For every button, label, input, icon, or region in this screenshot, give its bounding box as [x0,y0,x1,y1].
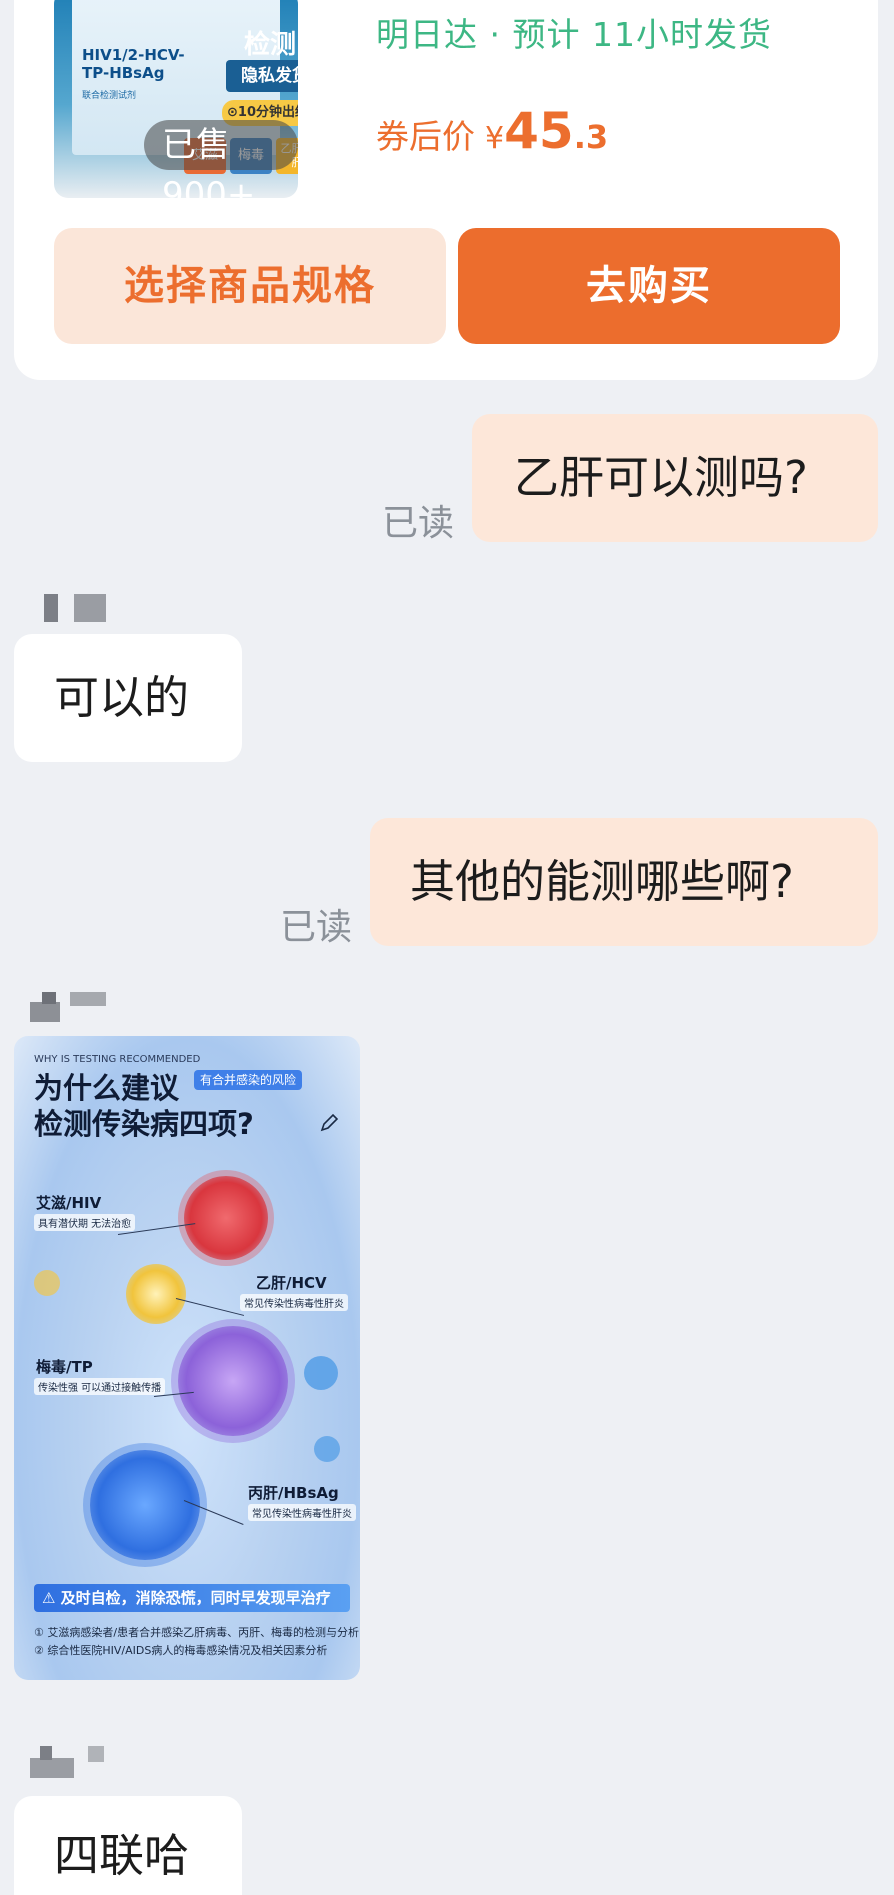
message-bubble-incoming[interactable]: 可以的 [14,634,242,762]
poster-en-heading: WHY IS TESTING RECOMMENDED [34,1054,201,1065]
product-image-heading: 检测 [244,30,297,60]
read-status: 已读 [280,907,353,948]
sender-name-blurred [30,992,106,1024]
decor-bubble [314,1436,340,1462]
poster-item-label: 艾滋/HIV [36,1194,102,1212]
hiv-virus-illustration [184,1176,268,1260]
poster-banner: ⚠ 及时自检，消除恐慌，同时早发现早治疗 [34,1584,350,1612]
poster-item-label: 丙肝/HBsAg [248,1484,339,1502]
price-currency: ¥ [485,121,505,156]
poster-title-line2: 检测传染病四项? [34,1107,254,1141]
price-label: 券后价 [376,117,475,156]
shipping-info: 明日达 · 预计 11小时发货 [376,15,772,54]
poster-item-label: 梅毒/TP [36,1358,93,1376]
message-bubble-outgoing[interactable]: 乙肝可以测吗? [472,414,878,542]
product-image-sub: 联合检测试剂 [82,91,137,101]
sold-count: 已售 900+ [144,120,298,198]
select-spec-button[interactable]: 选择商品规格 [54,228,446,344]
sender-name-blurred [30,1746,106,1778]
price-integer: 45 [504,102,574,160]
product-image-title-line1: HIV1/2-HCV- [82,46,185,64]
price: 券后价 ¥45.3 [376,102,608,160]
pencil-icon [320,1113,339,1132]
poster-item-note: 具有潜伏期 无法治愈 [34,1214,136,1231]
poster-tag: 有合并感染的风险 [194,1070,303,1090]
poster-item-label: 乙肝/HCV [256,1274,327,1292]
product-image-title-line2: TP-HBsAg [82,64,165,82]
product-image[interactable]: 检测 HIV1/2-HCV- TP-HBsAg 联合检测试剂 隐私发货 ⊙10分… [54,0,298,198]
tp-illustration [178,1326,288,1436]
buy-button[interactable]: 去购买 [458,228,840,344]
poster-item-note: 传染性强 可以通过接触传播 [34,1378,166,1395]
product-card[interactable]: 检测 HIV1/2-HCV- TP-HBsAg 联合检测试剂 隐私发货 ⊙10分… [14,0,878,380]
hcv-virus-illustration [90,1450,200,1560]
infographic-image[interactable]: WHY IS TESTING RECOMMENDED 为什么建议 检测传染病四项… [14,1036,360,1680]
poster-footnote: ① 艾滋病感染者/患者合并感染乙肝病毒、丙肝、梅毒的检测与分析 [34,1626,360,1639]
poster-item-note: 常见传染性病毒性肝炎 [248,1504,356,1521]
message-bubble-outgoing[interactable]: 其他的能测哪些啊? [370,818,878,946]
hbv-virus-illustration [126,1264,186,1324]
decor-bubble [304,1356,338,1390]
message-bubble-incoming[interactable]: 四联哈 [14,1796,242,1895]
sender-name-blurred [44,592,106,624]
decor-bubble [34,1270,60,1296]
poster-footnote: ② 综合性医院HIV/AIDS病人的梅毒感染情况及相关因素分析 [34,1644,328,1657]
poster-item-note: 常见传染性病毒性肝炎 [240,1294,348,1311]
product-image-badge: 隐私发货 [226,60,298,92]
price-decimal: .3 [573,118,609,156]
pointer-line [175,1298,245,1316]
read-status: 已读 [382,503,455,544]
product-image-title: HIV1/2-HCV- TP-HBsAg [82,46,185,82]
